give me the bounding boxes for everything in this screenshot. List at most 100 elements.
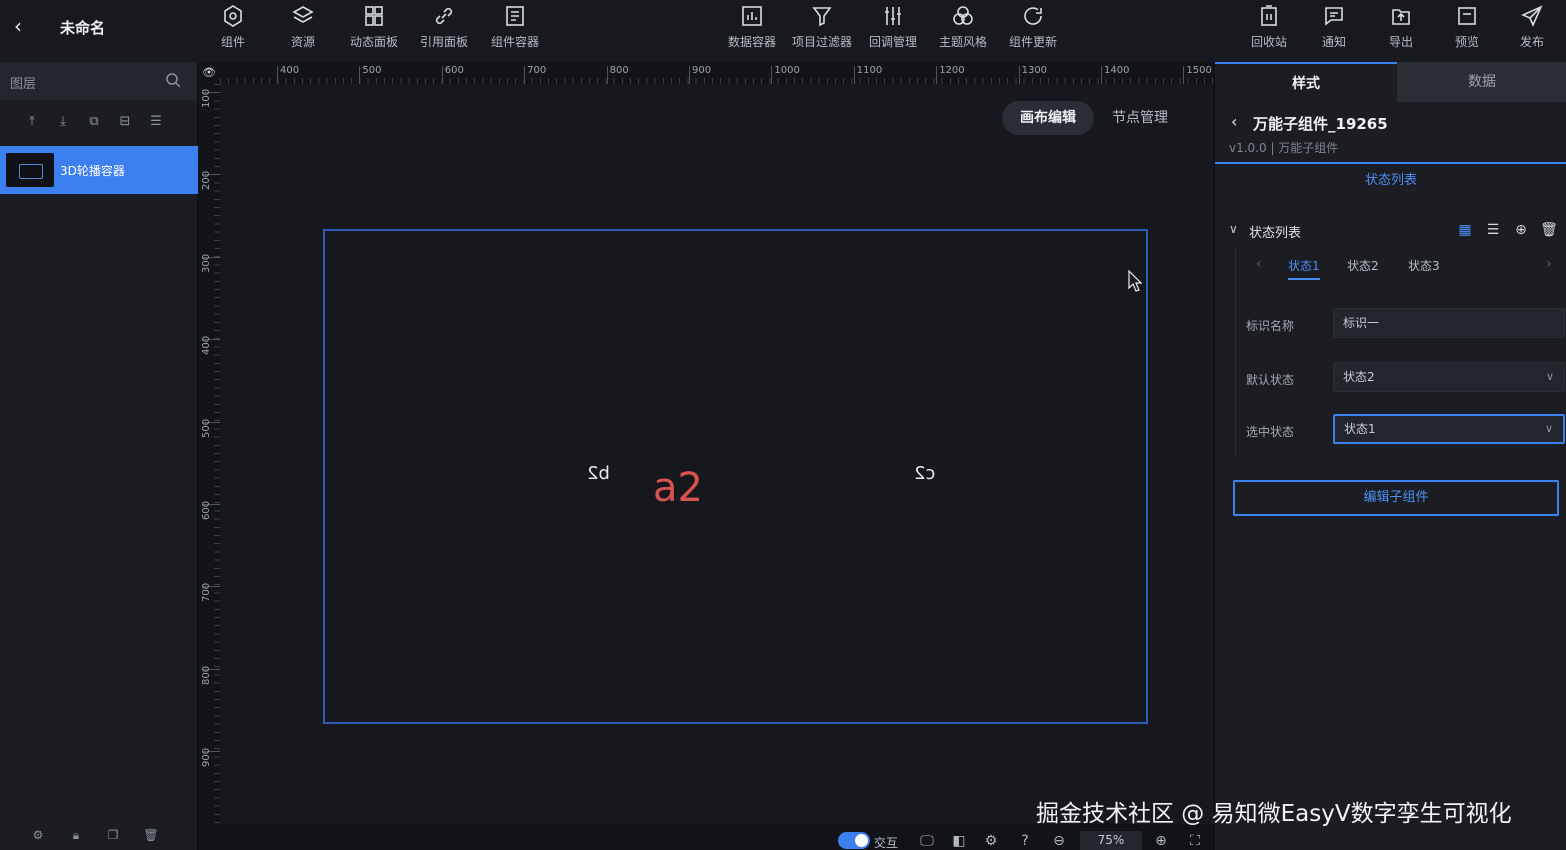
ruler-tick-label: 400 [201,336,212,356]
mouse-cursor-icon [1128,270,1142,292]
watermark-text: 掘金技术社区 @ 易知微EasyV数字孪生可视化 [1036,801,1512,827]
state-tab-3[interactable]: 状态3 [1408,257,1440,274]
carousel-item-b2[interactable]: b2 [587,463,610,484]
ruler-vertical: 100 200 300 400 500 600 700 800 900 [198,84,220,824]
add-circle-icon[interactable]: ⊕ [1512,221,1530,239]
layers-panel: 图层 ⤒ ⤓ ⧉ ⊟ ☰ 3D轮播容器 ⚙ 🔒︎ ❐ 🗑︎ [0,62,198,850]
zoom-in-icon[interactable]: ⊕ [1152,832,1170,850]
tool-recycle-bin[interactable]: 回收站 [1237,4,1301,54]
project-title: 未命名 [60,19,106,37]
back-chevron-icon[interactable]: ‹ [1231,112,1237,131]
layer-item[interactable]: 3D轮播容器 [0,146,198,194]
component-icon [224,5,242,27]
tool-export[interactable]: 导出 [1369,4,1433,54]
selected-state-select[interactable]: 状态1 ∨ [1333,414,1565,444]
edit-subcomponent-button[interactable]: 编辑子组件 [1233,480,1559,516]
tool-resource[interactable]: 资源 [271,4,335,54]
tool-component-container[interactable]: 组件容器 [483,4,547,54]
calculator-icon[interactable]: ▦ [1456,221,1474,239]
tool-label: 回调管理 [868,35,917,49]
chart-icon [742,6,762,26]
ruler-major-tick [277,66,278,84]
ruler-major-tick [524,66,526,84]
list-icon[interactable]: ☰ [148,114,164,130]
tool-label: 资源 [290,35,315,49]
tool-notification[interactable]: 通知 [1302,4,1366,54]
tool-project-filter[interactable]: 项目过滤器 [790,4,854,54]
mode-canvas-edit[interactable]: 画布编辑 [1002,101,1094,135]
canvas-area[interactable]: 画布编辑 节点管理 b2 a2 c2 [220,84,1213,824]
tab-state-list[interactable]: 状态列表 [1215,166,1566,196]
ruler-tick-label: 800 [201,665,212,685]
settings-icon[interactable]: ⚙ [982,832,1000,850]
state-tab-1[interactable]: 状态1 [1288,257,1320,280]
default-state-select[interactable]: 状态2 ∨ [1333,362,1565,392]
collapse-chevron-icon[interactable]: ∨ [1229,222,1238,236]
tool-component[interactable]: 组件 [201,4,265,54]
search-icon[interactable] [165,72,181,88]
layers-footer: ⚙ 🔒︎ ❐ 🗑︎ [0,822,198,850]
ruler-tick-label: 500 [362,65,382,76]
ruler-tick-label: 700 [527,65,547,76]
carousel-item-a2[interactable]: a2 [653,465,703,511]
prev-arrow-icon[interactable]: ‹ [1256,256,1262,272]
tool-component-update[interactable]: 组件更新 [1001,4,1065,54]
select-value: 状态1 [1344,422,1376,436]
tool-reference-panel[interactable]: 引用面板 [412,4,476,54]
tool-callback-manage[interactable]: 回调管理 [861,4,925,54]
ruler-tick-label: 900 [692,65,712,76]
state-tab-2[interactable]: 状态2 [1347,257,1379,274]
tool-label: 预览 [1454,35,1479,49]
lock-icon[interactable]: 🔒︎ [68,828,84,844]
delete-icon[interactable]: 🗑︎ [1540,221,1558,239]
ruler-tick-label: 600 [444,65,464,76]
ruler-major-tick [1018,66,1020,84]
interaction-toggle[interactable] [838,832,870,849]
top-bar: ‹ 未命名 组件 资源 动态面板 引用面板 组件容器 数据容器 项目过滤器 回调… [0,0,1566,62]
copy-icon[interactable]: ❐ [105,828,121,844]
ruler-visibility-toggle[interactable]: 👁︎ [198,62,220,84]
layer-item-label: 3D轮播容器 [60,164,125,178]
split-view-icon[interactable]: ◧ [950,832,968,850]
help-icon[interactable]: ? [1016,832,1034,850]
panel-grid-icon [365,6,383,26]
tool-data-container[interactable]: 数据容器 [720,4,784,54]
tool-label: 引用面板 [419,35,468,49]
ruler-tick-label: 1300 [1021,65,1048,76]
field-row-selected-state: 选中状态 状态1 ∨ [1236,414,1566,446]
back-button[interactable]: ‹ [14,14,34,38]
fit-screen-icon[interactable]: ⛶ [1186,832,1204,850]
zoom-out-icon[interactable]: ⊖ [1050,832,1068,850]
move-top-icon[interactable]: ⤒ [24,114,40,130]
zoom-level[interactable]: 75% [1080,831,1142,850]
carousel-item-c2[interactable]: c2 [914,463,935,484]
tool-publish[interactable]: 发布 [1500,4,1564,54]
list-order-icon[interactable]: ☰ [1484,221,1502,239]
screen-check-icon[interactable]: 🖵︎ [918,832,936,850]
tab-style[interactable]: 样式 [1215,62,1397,102]
tool-label: 通知 [1321,35,1346,49]
ruler-major-tick [441,66,443,84]
ungroup-icon[interactable]: ⊟ [117,114,133,130]
settings-icon[interactable]: ⚙ [30,828,46,844]
delete-icon[interactable]: 🗑︎ [143,828,159,844]
message-icon [1325,7,1343,26]
tool-dynamic-panel[interactable]: 动态面板 [342,4,406,54]
carousel-container-frame[interactable]: b2 a2 c2 [323,229,1148,724]
tool-label: 动态面板 [349,35,398,49]
tool-preview[interactable]: 预览 [1435,4,1499,54]
tab-data[interactable]: 数据 [1397,62,1566,102]
tool-theme-style[interactable]: 主题风格 [931,4,995,54]
move-bottom-icon[interactable]: ⤓ [55,114,71,130]
group-icon[interactable]: ⧉ [86,114,102,130]
ruler-tick-label: 1400 [1104,65,1130,76]
export-icon [1392,9,1410,25]
identifier-name-input[interactable]: 标识一 [1333,308,1565,338]
mode-node-manage[interactable]: 节点管理 [1094,101,1186,135]
ruler-tick-label: 100 [201,88,212,108]
tool-label: 数据容器 [727,35,776,49]
ruler-major-tick [1101,66,1102,84]
next-arrow-icon[interactable]: › [1546,256,1552,272]
tool-label: 发布 [1519,35,1544,49]
component-name: 万能子组件_19265 [1253,115,1388,133]
